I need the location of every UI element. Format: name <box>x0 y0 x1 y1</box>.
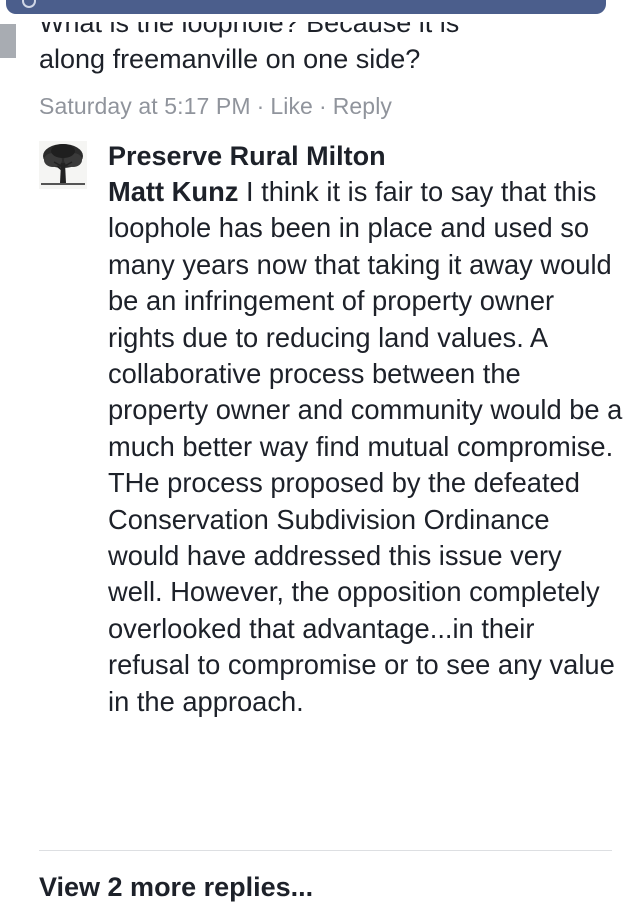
reply-link[interactable]: Reply <box>333 93 392 119</box>
reply-author[interactable]: Preserve Rural Milton <box>108 138 623 174</box>
divider <box>39 850 612 851</box>
mention-tag[interactable]: Matt Kunz <box>108 176 238 207</box>
previous-comment-text: What is the loophole? Because it is alon… <box>39 22 619 77</box>
meta-separator: · <box>318 93 327 119</box>
previous-comment-line-2: along freemanville on one side? <box>39 44 421 74</box>
reply-text: I think it is fair to say that this loop… <box>108 176 623 717</box>
search-bar[interactable] <box>6 0 606 14</box>
page-avatar-tree-icon[interactable] <box>39 141 87 189</box>
reply-comment: Preserve Rural Milton Matt Kunz I think … <box>108 138 623 720</box>
meta-separator: · <box>256 93 265 119</box>
previous-comment-meta: Saturday at 5:17 PM · Like · Reply <box>39 93 392 120</box>
comment-timestamp: Saturday at 5:17 PM <box>39 93 251 119</box>
view-more-replies-link[interactable]: View 2 more replies... <box>39 872 313 903</box>
reply-body: Matt Kunz I think it is fair to say that… <box>108 174 623 720</box>
top-bar <box>0 0 635 22</box>
previous-commenter-avatar[interactable] <box>0 24 16 58</box>
like-link[interactable]: Like <box>270 93 313 119</box>
previous-comment-line-1: What is the loophole? Because it is <box>39 22 460 38</box>
